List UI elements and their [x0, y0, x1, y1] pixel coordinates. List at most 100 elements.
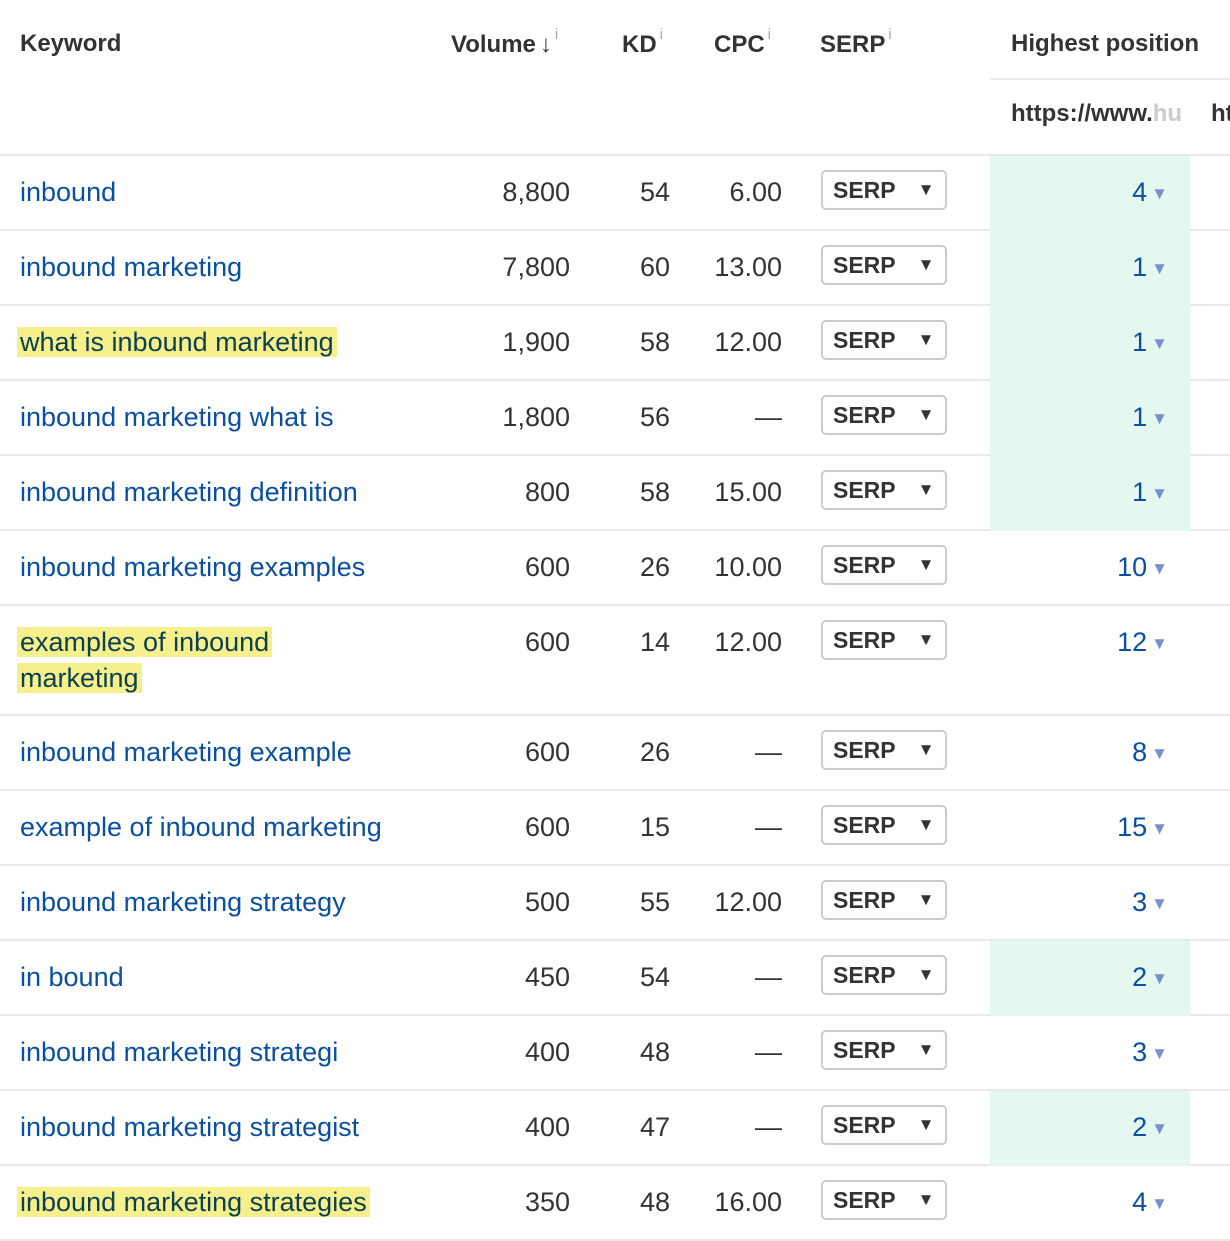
info-icon[interactable]: i	[888, 26, 891, 43]
highest-position-value[interactable]: 4 ▼	[1132, 1184, 1168, 1224]
volume-value: 600	[524, 737, 570, 767]
keyword-link[interactable]: inbound marketing strategies	[17, 1184, 390, 1220]
column-header-kd[interactable]: KD i	[622, 26, 663, 59]
keyword-text: inbound marketing strategist	[20, 1112, 360, 1142]
volume-value: 800	[524, 477, 570, 507]
serp-dropdown-button[interactable]: SERP ▼	[821, 1180, 947, 1220]
highest-position-value[interactable]: 2 ▼	[1132, 959, 1168, 999]
competitor-url-header-1[interactable]: https://www.hu	[1011, 100, 1191, 128]
cpc-value: 12.00	[714, 327, 782, 357]
position-dropdown-icon[interactable]: ▼	[1151, 409, 1168, 428]
highest-position-value[interactable]: 1 ▼	[1132, 474, 1168, 514]
serp-label: SERP	[833, 626, 896, 653]
caret-down-icon: ▼	[917, 480, 935, 499]
keyword-text: inbound marketing example	[20, 737, 352, 767]
position-dropdown-icon[interactable]: ▼	[1151, 334, 1168, 353]
column-header-keyword[interactable]: Keyword	[20, 30, 121, 58]
highest-position-value[interactable]: 1 ▼	[1132, 249, 1168, 289]
info-icon[interactable]: i	[660, 26, 663, 43]
serp-label: SERP	[833, 1111, 896, 1138]
serp-label: SERP	[833, 961, 896, 988]
position-dropdown-icon[interactable]: ▼	[1151, 744, 1168, 763]
position-number: 3	[1132, 887, 1148, 917]
serp-dropdown-button[interactable]: SERP ▼	[821, 805, 947, 845]
serp-dropdown-button[interactable]: SERP ▼	[821, 880, 947, 920]
volume-value: 450	[524, 962, 570, 992]
column-header-volume[interactable]: Volume ↓ i	[451, 26, 558, 59]
keyword-text: inbound marketing definition	[20, 477, 358, 507]
highest-position-value[interactable]: 1 ▼	[1132, 399, 1168, 439]
info-icon[interactable]: i	[555, 26, 558, 43]
highest-position-value[interactable]: 3 ▼	[1132, 884, 1168, 924]
highest-position-value[interactable]: 3 ▼	[1132, 1034, 1168, 1074]
position-dropdown-icon[interactable]: ▼	[1151, 1044, 1168, 1063]
serp-label: SERP	[833, 1186, 896, 1213]
table-row: example of inbound marketing 600 15 — SE…	[0, 791, 1230, 866]
position-dropdown-icon[interactable]: ▼	[1151, 559, 1168, 578]
position-dropdown-icon[interactable]: ▼	[1151, 1194, 1168, 1213]
keyword-text: inbound marketing examples	[20, 552, 366, 582]
serp-dropdown-button[interactable]: SERP ▼	[821, 470, 947, 510]
cpc-value: —	[755, 962, 782, 992]
position-dropdown-icon[interactable]: ▼	[1151, 819, 1168, 838]
position-dropdown-icon[interactable]: ▼	[1151, 184, 1168, 203]
serp-dropdown-button[interactable]: SERP ▼	[821, 545, 947, 585]
keyword-link[interactable]: in bound	[20, 959, 390, 995]
serp-dropdown-button[interactable]: SERP ▼	[821, 170, 947, 210]
position-dropdown-icon[interactable]: ▼	[1151, 259, 1168, 278]
sort-descending-icon[interactable]: ↓	[540, 31, 552, 58]
keyword-link[interactable]: inbound marketing example	[20, 734, 390, 770]
serp-dropdown-button[interactable]: SERP ▼	[821, 730, 947, 770]
column-header-serp[interactable]: SERP i	[820, 26, 892, 59]
keyword-link[interactable]: inbound marketing	[20, 249, 390, 285]
volume-value: 8,800	[502, 177, 570, 207]
keyword-link[interactable]: what is inbound marketing	[17, 324, 390, 360]
volume-value: 500	[524, 887, 570, 917]
position-dropdown-icon[interactable]: ▼	[1151, 969, 1168, 988]
keywords-table: Keyword Volume ↓ i KD i CPC i SERP i Highest …	[0, 0, 1230, 1241]
highest-position-value[interactable]: 2 ▼	[1132, 1109, 1168, 1149]
serp-dropdown-button[interactable]: SERP ▼	[821, 320, 947, 360]
position-dropdown-icon[interactable]: ▼	[1151, 634, 1168, 653]
keyword-link[interactable]: inbound marketing strategi	[20, 1034, 390, 1070]
serp-dropdown-button[interactable]: SERP ▼	[821, 620, 947, 660]
keyword-link[interactable]: inbound	[20, 174, 390, 210]
serp-dropdown-button[interactable]: SERP ▼	[821, 245, 947, 285]
highest-position-value[interactable]: 4 ▼	[1132, 174, 1168, 214]
highest-position-value[interactable]: 12 ▼	[1117, 624, 1168, 664]
caret-down-icon: ▼	[917, 1115, 935, 1134]
kd-value: 48	[639, 1187, 670, 1217]
cpc-value: —	[755, 737, 782, 767]
keyword-link[interactable]: example of inbound marketing	[20, 809, 390, 845]
highest-position-value[interactable]: 8 ▼	[1132, 734, 1168, 774]
keyword-link[interactable]: inbound marketing strategy	[20, 884, 390, 920]
serp-dropdown-button[interactable]: SERP ▼	[821, 955, 947, 995]
serp-dropdown-button[interactable]: SERP ▼	[821, 395, 947, 435]
table-row: inbound 8,800 54 6.00 SERP ▼ 4 ▼	[0, 156, 1230, 231]
highest-position-value[interactable]: 10 ▼	[1117, 549, 1168, 589]
competitor-url-header-2[interactable]: ht	[1211, 100, 1230, 128]
serp-label: SERP	[833, 811, 896, 838]
info-icon[interactable]: i	[768, 26, 771, 43]
keyword-link[interactable]: inbound marketing definition	[20, 474, 390, 510]
position-dropdown-icon[interactable]: ▼	[1151, 484, 1168, 503]
caret-down-icon: ▼	[917, 180, 935, 199]
volume-value: 1,900	[502, 327, 570, 357]
keyword-link[interactable]: inbound marketing examples	[20, 549, 390, 585]
kd-value: 56	[639, 402, 670, 432]
highest-position-value[interactable]: 1 ▼	[1132, 324, 1168, 364]
highest-position-value[interactable]: 15 ▼	[1117, 809, 1168, 849]
serp-dropdown-button[interactable]: SERP ▼	[821, 1105, 947, 1145]
volume-value: 1,800	[502, 402, 570, 432]
caret-down-icon: ▼	[917, 255, 935, 274]
table-row: inbound marketing example 600 26 — SERP ▼…	[0, 716, 1230, 791]
serp-dropdown-button[interactable]: SERP ▼	[821, 1030, 947, 1070]
position-dropdown-icon[interactable]: ▼	[1151, 894, 1168, 913]
cpc-value: 15.00	[714, 477, 782, 507]
keyword-link[interactable]: inbound marketing strategist	[20, 1109, 390, 1145]
position-dropdown-icon[interactable]: ▼	[1151, 1119, 1168, 1138]
keyword-link[interactable]: inbound marketing what is	[20, 399, 390, 435]
column-header-cpc[interactable]: CPC i	[714, 26, 771, 59]
table-row: inbound marketing what is 1,800 56 — SER…	[0, 381, 1230, 456]
keyword-link[interactable]: examples of inbound marketing	[17, 624, 390, 696]
